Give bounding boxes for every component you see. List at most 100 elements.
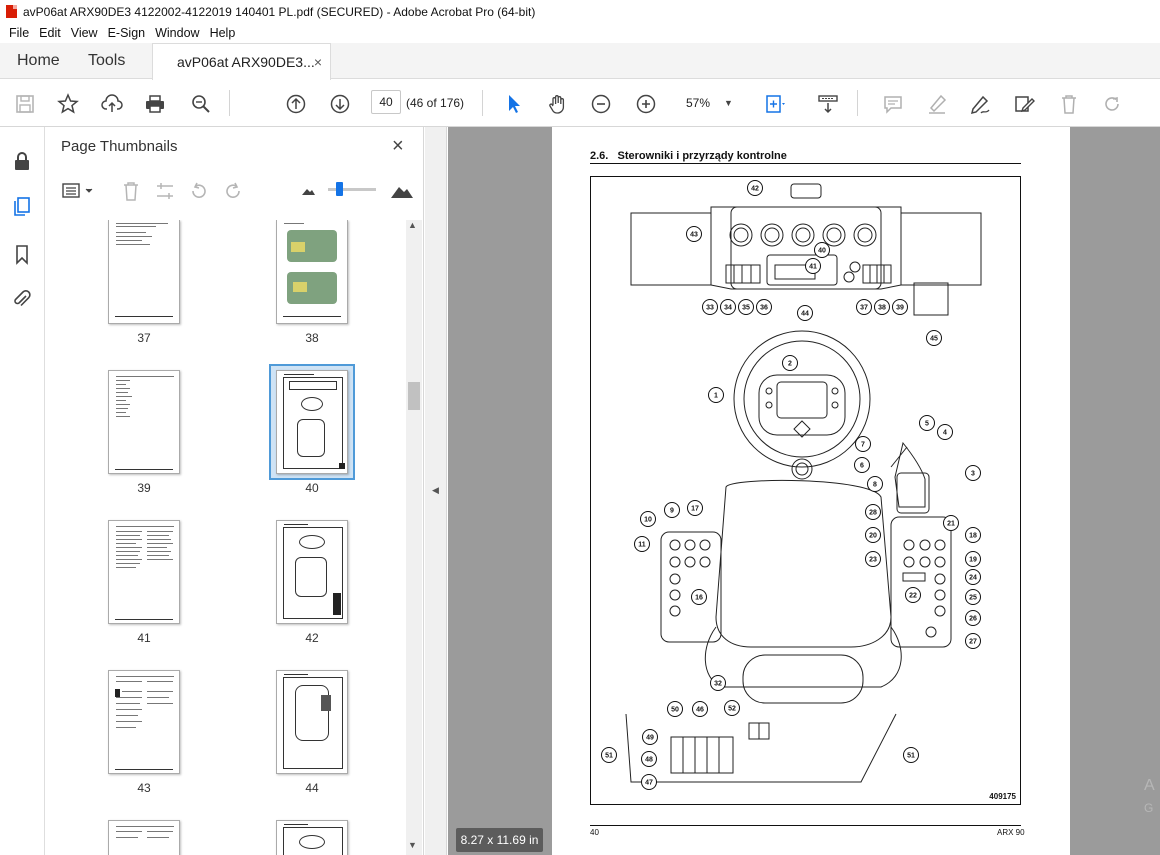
thumbnail-scrollbar[interactable] — [406, 220, 422, 855]
next-page-icon[interactable] — [327, 91, 353, 117]
callout-37: 37 — [860, 305, 868, 312]
previous-page-icon[interactable] — [283, 91, 309, 117]
callout-25: 25 — [969, 595, 977, 602]
tab-tools[interactable]: Tools — [88, 43, 125, 79]
page-thumbnail-45[interactable] — [108, 820, 180, 855]
menu-file[interactable]: File — [4, 26, 34, 40]
left-rail — [0, 127, 45, 855]
callout-group: 1234567891011161718192021222324252627283… — [601, 180, 981, 790]
callout-52: 52 — [728, 706, 736, 713]
callout-10: 10 — [644, 517, 652, 524]
callout-41: 41 — [809, 264, 817, 271]
callout-20: 20 — [869, 533, 877, 540]
page-thumbnail-44[interactable] — [276, 670, 348, 774]
page-thumbnail-38[interactable] — [276, 220, 348, 324]
zoom-in-icon[interactable] — [633, 91, 659, 117]
page-thumbnails-icon[interactable] — [9, 193, 35, 219]
callout-19: 19 — [969, 557, 977, 564]
menu-bar: File Edit View E-Sign Window Help — [0, 23, 1160, 43]
page-thumbnail-40[interactable] — [276, 370, 348, 474]
rotate-left-icon[interactable] — [188, 180, 210, 205]
zoom-out-icon[interactable] — [588, 91, 614, 117]
panel-close-icon[interactable]: × — [392, 135, 404, 158]
callout-46: 46 — [696, 707, 704, 714]
tab-document[interactable]: avP06at ARX90DE3... × — [152, 43, 331, 80]
window-title: avP06at ARX90DE3 4122002-4122019 140401 … — [23, 4, 536, 19]
thumbnail-scrollbar-thumb[interactable] — [408, 382, 420, 410]
fit-page-icon[interactable] — [762, 91, 788, 117]
sign-icon[interactable] — [967, 91, 993, 117]
tab-close-icon[interactable]: × — [314, 54, 322, 70]
menu-window[interactable]: Window — [150, 26, 204, 40]
thumbnail-options-button[interactable] — [61, 180, 97, 202]
delete-icon[interactable] — [1056, 91, 1082, 117]
highlight-icon[interactable] — [924, 91, 950, 117]
scroll-up-icon[interactable]: ▲ — [408, 220, 417, 230]
toolbar-separator — [857, 90, 858, 116]
large-thumbnail-icon[interactable] — [390, 180, 414, 203]
lock-icon[interactable] — [9, 148, 35, 174]
callout-32: 32 — [714, 681, 722, 688]
scroll-down-icon[interactable]: ▼ — [408, 840, 417, 850]
save-icon[interactable] — [12, 91, 38, 117]
zoom-dropdown-icon[interactable]: ▼ — [724, 98, 733, 108]
section-number: 2.6. — [590, 150, 609, 162]
zoom-level[interactable]: 57% — [686, 96, 710, 110]
rotate-icon[interactable] — [1099, 91, 1125, 117]
page-thumbnail-37[interactable] — [108, 220, 180, 324]
menu-help[interactable]: Help — [205, 26, 241, 40]
attachment-icon[interactable] — [9, 286, 35, 312]
footer-rule — [590, 825, 1021, 826]
pdf-page: 2.6. Sterowniki i przyrządy kontrolne 1 … — [552, 127, 1070, 855]
tab-home[interactable]: Home — [17, 43, 60, 79]
callout-49: 49 — [646, 735, 654, 742]
menu-view[interactable]: View — [66, 26, 103, 40]
select-cursor-icon[interactable] — [501, 91, 527, 117]
page-number-input[interactable]: 40 — [371, 90, 401, 114]
comment-icon[interactable] — [880, 91, 906, 117]
upload-icon[interactable] — [99, 91, 125, 117]
thumbnail-list: 37 38 39 40 41 42 43 44 — [46, 220, 406, 855]
callout-5: 5 — [925, 421, 929, 428]
page-size-indicator: 8.27 x 11.69 in — [456, 828, 543, 852]
thumbnails-toolbar — [46, 173, 424, 209]
acrobat-logo-icon — [6, 5, 17, 18]
page-thumbnail-46[interactable] — [276, 820, 348, 855]
scroll-mode-icon[interactable] — [815, 91, 841, 117]
callout-7: 7 — [861, 442, 865, 449]
bookmark-icon[interactable] — [9, 241, 35, 267]
menu-edit[interactable]: Edit — [34, 26, 66, 40]
thumbnail-label: 44 — [305, 781, 319, 795]
callout-38: 38 — [878, 305, 886, 312]
print-icon[interactable] — [142, 91, 168, 117]
menu-esign[interactable]: E-Sign — [103, 26, 151, 40]
thumbnail-size-slider-handle[interactable] — [336, 182, 343, 196]
callout-28: 28 — [869, 510, 877, 517]
callout-3: 3 — [971, 471, 975, 478]
callout-6: 6 — [860, 463, 864, 470]
page-thumbnail-39[interactable] — [108, 370, 180, 474]
small-thumbnail-icon[interactable] — [300, 185, 316, 200]
tab-bar: Home Tools avP06at ARX90DE3... × — [0, 43, 1160, 80]
panel-collapse-handle[interactable]: ◀ — [425, 127, 447, 855]
hand-icon[interactable] — [545, 91, 571, 117]
bookmark-star-icon[interactable] — [55, 91, 81, 117]
fill-sign-icon[interactable] — [1011, 91, 1037, 117]
figure-number: 409175 — [989, 792, 1016, 801]
page-thumbnail-43[interactable] — [108, 670, 180, 774]
callout-50: 50 — [671, 707, 679, 714]
callout-40: 40 — [818, 248, 826, 255]
callout-26: 26 — [969, 616, 977, 623]
callout-2: 2 — [788, 361, 792, 368]
delete-pages-icon[interactable] — [120, 180, 142, 205]
callout-8: 8 — [873, 482, 877, 489]
thumbnail-label: 38 — [305, 331, 319, 345]
find-icon[interactable] — [188, 91, 214, 117]
page-thumbnail-42[interactable] — [276, 520, 348, 624]
document-view[interactable]: 2.6. Sterowniki i przyrządy kontrolne 1 … — [448, 127, 1160, 855]
callout-9: 9 — [670, 508, 674, 515]
page-thumbnail-41[interactable] — [108, 520, 180, 624]
callout-21: 21 — [947, 521, 955, 528]
extract-pages-icon[interactable] — [154, 180, 176, 205]
rotate-right-icon[interactable] — [222, 180, 244, 205]
